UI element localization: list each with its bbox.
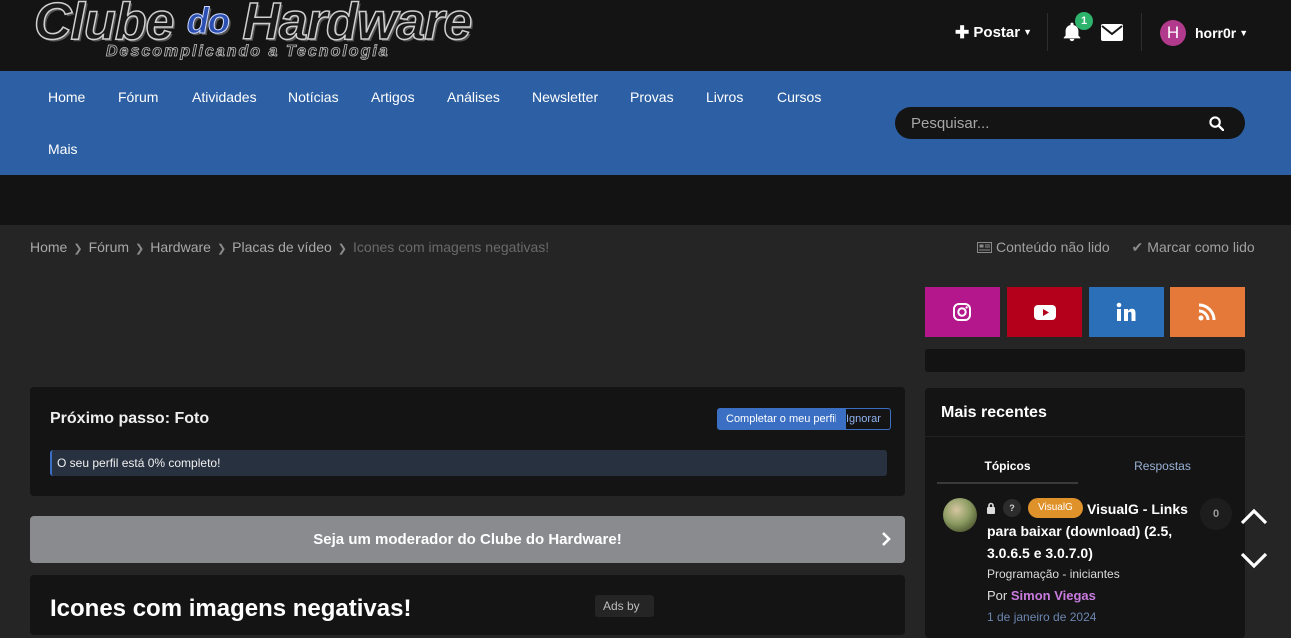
top-header: Clube do Hardware Descomplicando a Tecno… (0, 0, 1291, 71)
profile-progress-text: O seu perfil está 0% completo! (57, 456, 221, 470)
breadcrumb-forum[interactable]: Fórum (89, 239, 129, 255)
ad-band (0, 175, 1291, 225)
chevron-right-icon: ❯ (337, 243, 348, 255)
nav-item-newsletter[interactable]: Newsletter (532, 89, 598, 105)
recent-title: Mais recentes (941, 404, 1047, 421)
chevron-right-icon: ❯ (73, 243, 83, 255)
recent-topic-title[interactable]: VisualG - Links para baixar (download) (… (987, 498, 1202, 564)
scroll-down-icon[interactable] (1240, 551, 1268, 569)
nav-item-livros[interactable]: Livros (706, 89, 743, 105)
chevron-right-icon (882, 532, 891, 546)
unread-content-link[interactable]: Conteúdo não lido (977, 239, 1114, 255)
postar-label: Postar (973, 24, 1021, 41)
nav-item-home[interactable]: Home (48, 89, 85, 105)
linkedin-icon (1116, 302, 1136, 321)
youtube-icon (1034, 305, 1056, 320)
nav-item-forum[interactable]: Fórum (118, 89, 158, 105)
rss-icon (1198, 303, 1216, 321)
mark-read-link[interactable]: ✔ Marcar como lido (1132, 239, 1255, 255)
breadcrumb-actions: Conteúdo não lido ✔ Marcar como lido (977, 239, 1255, 256)
newspaper-icon (977, 242, 992, 253)
check-icon: ✔ (1131, 239, 1144, 255)
ads-label[interactable]: Ads by (595, 595, 654, 617)
divider (1047, 13, 1048, 51)
recent-widget: Mais recentes Tópicos Respostas ? Visual… (925, 388, 1245, 638)
ignore-button[interactable]: Ignorar (836, 408, 891, 430)
unread-label: Conteúdo não lido (996, 239, 1110, 255)
nav-item-provas[interactable]: Provas (630, 89, 674, 105)
mark-read-label: Marcar como lido (1147, 239, 1255, 255)
instagram-icon (953, 303, 971, 321)
search-icon[interactable] (1209, 116, 1224, 131)
nav-item-cursos[interactable]: Cursos (777, 89, 821, 105)
author-avatar[interactable] (943, 498, 977, 532)
breadcrumb-hardware[interactable]: Hardware (150, 239, 211, 255)
rss-button[interactable] (1170, 287, 1245, 337)
divider (1141, 13, 1142, 51)
plus-icon: ✚ (955, 23, 970, 42)
recent-topic-forum[interactable]: Programação - iniciantes (987, 567, 1120, 581)
linkedin-button[interactable] (1089, 287, 1164, 337)
search-input[interactable] (895, 107, 1211, 139)
chevron-right-icon: ❯ (135, 243, 145, 255)
avatar[interactable]: H (1160, 20, 1186, 46)
complete-profile-button[interactable]: Completar o meu perfil (717, 408, 847, 430)
nav-item-analises[interactable]: Análises (447, 89, 500, 105)
breadcrumb-home[interactable]: Home (30, 239, 67, 255)
recent-topic-author-line: Por Simon Viegas (987, 588, 1096, 603)
topic-card: Icones com imagens negativas! Ads by (30, 575, 905, 635)
ads-text: Ads by (603, 599, 640, 613)
nav-item-artigos[interactable]: Artigos (371, 89, 415, 105)
username: horr0r (1195, 25, 1237, 41)
breadcrumb-placas[interactable]: Placas de vídeo (232, 239, 332, 255)
notification-badge: 1 (1075, 12, 1093, 30)
profile-step-title: Próximo passo: Foto (50, 410, 210, 427)
topic-title: Icones com imagens negativas! (50, 595, 412, 622)
nav-item-atividades[interactable]: Atividades (192, 89, 257, 105)
youtube-button[interactable] (1007, 287, 1082, 337)
recent-topic-date: 1 de janeiro de 2024 (987, 610, 1097, 624)
scroll-up-icon[interactable] (1240, 507, 1268, 525)
breadcrumb-current: Icones com imagens negativas! (353, 239, 550, 255)
chevron-right-icon: ❯ (216, 243, 227, 255)
nav-item-noticias[interactable]: Notícias (288, 89, 339, 105)
caret-down-icon: ▼ (1239, 28, 1249, 38)
tab-respostas[interactable]: Respostas (1092, 448, 1233, 484)
envelope-icon[interactable] (1101, 24, 1123, 41)
profile-progress-bar: O seu perfil está 0% completo! (50, 450, 887, 476)
logo-tagline: Descomplicando a Tecnologia (106, 43, 390, 61)
instagram-button[interactable] (925, 287, 1000, 337)
logo-word-do: do (186, 0, 230, 42)
reply-count: 0 (1200, 498, 1232, 530)
by-prefix: Por (987, 588, 1008, 603)
profile-step-card: Próximo passo: Foto Completar o meu perf… (30, 387, 905, 496)
site-logo[interactable]: Clube do Hardware Descomplicando a Tecno… (33, 0, 494, 66)
moderator-banner[interactable]: Seja um moderador do Clube do Hardware! (30, 516, 905, 563)
breadcrumb: Home ❯ Fórum ❯ Hardware ❯ Placas de vídeo ❯ Icon… (30, 239, 549, 255)
nav-item-mais[interactable]: Mais (48, 141, 78, 157)
divider (925, 436, 1245, 437)
tab-topicos[interactable]: Tópicos (937, 448, 1078, 484)
postar-button[interactable]: ✚ Postar ▼ (955, 23, 1032, 43)
user-menu[interactable]: horr0r ▼ (1195, 25, 1248, 41)
caret-down-icon: ▼ (1023, 27, 1033, 37)
search-box (895, 107, 1245, 139)
recent-topic-author[interactable]: Simon Viegas (1011, 588, 1096, 603)
moderator-banner-text: Seja um moderador do Clube do Hardware! (313, 531, 622, 548)
social-strip (925, 349, 1245, 372)
